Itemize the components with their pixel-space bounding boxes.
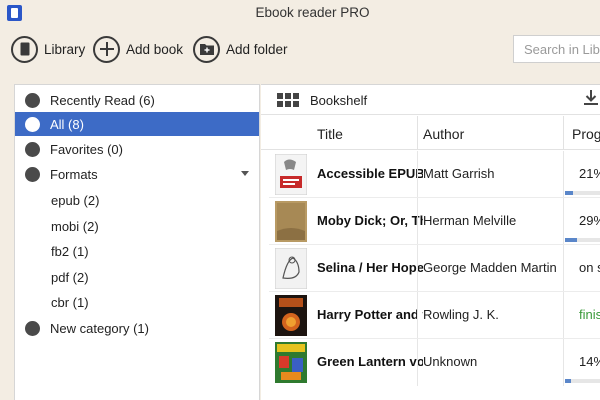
progress-bar-fill [565,379,571,383]
grid-view-icon[interactable] [277,93,299,107]
plus-icon [93,35,120,63]
sidebar-item-mobi[interactable]: mobi (2) [15,214,259,238]
column-title[interactable]: Title [317,126,343,142]
column-author[interactable]: Author [423,126,464,142]
sidebar-item-new-category[interactable]: New category (1) [15,316,259,340]
download-icon[interactable] [584,90,598,106]
chevron-down-icon[interactable] [241,171,249,176]
book-progress: 21% [579,166,600,181]
window-title: Ebook reader PRO [255,5,370,20]
progress-bar-fill [565,238,577,242]
table-row[interactable]: Accessible EPUB 3 Matt Garrish 21% [269,151,600,198]
add-folder-button[interactable]: Add folder [193,35,288,63]
table-row[interactable]: Green Lantern vol. 1 Unknown 14% [269,339,600,386]
clock-icon [25,92,40,108]
folder-plus-icon [193,35,220,63]
sidebar-item-fb2[interactable]: fb2 (1) [15,239,259,263]
row-divider [563,151,564,198]
row-divider [563,292,564,339]
book-author: Herman Melville [423,213,517,228]
sidebar-item-label: mobi (2) [51,218,99,234]
row-divider [563,198,564,245]
table-row[interactable]: Selina / Her Hopes, Her Fears George Mad… [269,245,600,292]
book-author: Unknown [423,354,478,369]
add-book-button[interactable]: Add book [93,35,183,63]
toolbar: Library Add book Add folder [0,26,600,76]
row-divider [417,198,418,245]
title-bar: Ebook reader PRO [0,0,600,26]
table-row[interactable]: Harry Potter and the Goblet of Fire Rowl… [269,292,600,339]
sidebar-item-all[interactable]: All (8) [15,112,259,136]
book-title: Moby Dick; Or, The Whale [317,213,423,228]
row-divider [563,245,564,292]
book-list-panel: Bookshelf Title Author Progress Accessib… [261,84,600,400]
book-title: Accessible EPUB 3 [317,166,423,181]
book-cover [275,154,307,195]
sidebar-item-cbr[interactable]: cbr (1) [15,290,259,314]
progress-bar [565,238,600,242]
book-cover [275,295,307,336]
sidebar-item-label: All (8) [50,116,84,132]
sidebar-item-label: epub (2) [51,192,100,208]
book-author: Matt Garrish [423,166,495,181]
sidebar-item-label: fb2 (1) [51,243,89,259]
view-label[interactable]: Bookshelf [310,93,367,108]
sidebar-item-recently-read[interactable]: Recently Read (6) [15,88,259,112]
sidebar: Recently Read (6) All (8) Favorites (0) … [14,84,260,400]
star-icon [25,141,40,157]
progress-bar-fill [565,191,574,195]
sidebar-item-epub[interactable]: epub (2) [15,188,259,212]
sidebar-item-favorites[interactable]: Favorites (0) [15,137,259,161]
table-row[interactable]: Moby Dick; Or, The Whale Herman Melville… [269,198,600,245]
file-icon [25,166,40,182]
search-input[interactable] [513,35,600,63]
book-progress: 14% [579,354,600,369]
library-label: Library [44,41,86,57]
book-progress: 29% [579,213,600,228]
book-author: George Madden Martin [423,260,557,275]
row-separator [269,244,600,245]
column-headers: Title Author Progress [261,116,600,150]
row-separator [269,291,600,292]
row-divider [417,339,418,386]
row-divider [417,245,418,292]
book-title: Green Lantern vol. 1 [317,354,423,369]
library-button[interactable]: Library [11,35,85,63]
sidebar-item-label: Formats [50,166,98,182]
sidebar-item-label: cbr (1) [51,294,89,310]
add-folder-label: Add folder [226,41,288,57]
library-icon [11,35,38,63]
row-divider [563,339,564,386]
row-divider [417,292,418,339]
sidebar-item-label: Favorites (0) [50,141,123,157]
sidebar-item-pdf[interactable]: pdf (2) [15,265,259,289]
book-title: Selina / Her Hopes, Her Fears [317,260,423,275]
progress-bar [565,379,600,383]
sidebar-item-label: pdf (2) [51,269,89,285]
book-author: Rowling J. K. [423,307,499,322]
book-cover [275,248,307,289]
book-icon [25,116,40,132]
column-divider[interactable] [417,116,418,150]
column-divider[interactable] [563,116,564,150]
book-progress: finis [579,307,600,322]
sidebar-item-label: New category (1) [50,320,149,336]
book-title: Harry Potter and the Goblet of Fire [317,307,423,322]
progress-bar [565,191,600,195]
folder-icon [25,320,40,336]
book-cover [275,201,307,242]
row-separator [269,338,600,339]
view-header: Bookshelf [261,85,600,115]
add-book-label: Add book [126,41,184,57]
sidebar-item-formats[interactable]: Formats [15,162,259,186]
row-separator [269,197,600,198]
book-progress: on s [579,260,600,275]
sidebar-item-label: Recently Read (6) [50,92,155,108]
row-divider [417,151,418,198]
column-progress[interactable]: Progress [572,126,600,142]
book-cover [275,342,307,383]
